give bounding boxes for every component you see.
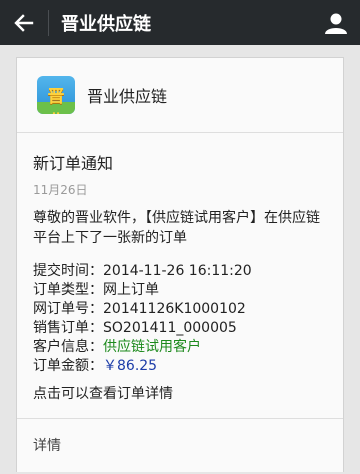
field-online-order-no: 网订单号：20141126K1000102 [33,300,333,319]
header-divider [48,9,49,36]
field-value: SO201411_000005 [103,320,237,336]
field-value: 网上订单 [103,282,159,298]
message-card[interactable]: 晋业 晋业供应链 新订单通知 11月26日 尊敬的晋业软件，【供应链试用客户】在… [16,57,344,472]
field-label: 客户信息： [33,339,103,355]
message-date: 11月26日 [33,183,88,197]
detail-link[interactable]: 详情 [33,435,61,455]
amount-value: ￥86.25 [103,358,158,374]
order-fields: 提交时间：2014-11-26 16:11:20 订单类型：网上订单 网订单号：… [33,262,333,376]
logo-text: 晋业 [47,87,65,114]
field-sales-order: 销售订单：SO201411_000005 [33,319,333,338]
field-label: 提交时间： [33,263,103,279]
field-label: 订单类型： [33,282,103,298]
page-title: 晋业供应链 [61,13,151,35]
field-label: 订单金额： [33,358,103,374]
person-icon [325,13,347,34]
field-submit-time: 提交时间：2014-11-26 16:11:20 [33,262,333,281]
message-intro: 尊敬的晋业软件，【供应链试用客户】在供应链平台上下了一张新的订单 [33,210,320,246]
field-value: 2014-11-26 16:11:20 [103,263,252,279]
profile-button[interactable] [312,0,360,45]
customer-value: 供应链试用客户 [103,339,201,355]
field-value: 20141126K1000102 [103,301,246,317]
account-name: 晋业供应链 [87,87,168,106]
account-logo: 晋业 [37,76,75,114]
field-label: 网订单号： [33,301,103,317]
account-header[interactable]: 晋业 晋业供应链 [17,58,343,133]
field-order-type: 订单类型：网上订单 [33,281,333,300]
detail-row[interactable]: 详情 [17,418,343,474]
back-button[interactable] [0,0,48,45]
message-title: 新订单通知 [33,154,114,173]
field-customer-info: 客户信息：供应链试用客户 [33,338,333,357]
field-order-amount: 订单金额：￥86.25 [33,357,333,376]
top-bar: 晋业供应链 [0,0,360,45]
back-arrow-icon [14,13,34,32]
field-label: 销售订单： [33,320,103,336]
message-hint: 点击可以查看订单详情 [33,386,173,402]
